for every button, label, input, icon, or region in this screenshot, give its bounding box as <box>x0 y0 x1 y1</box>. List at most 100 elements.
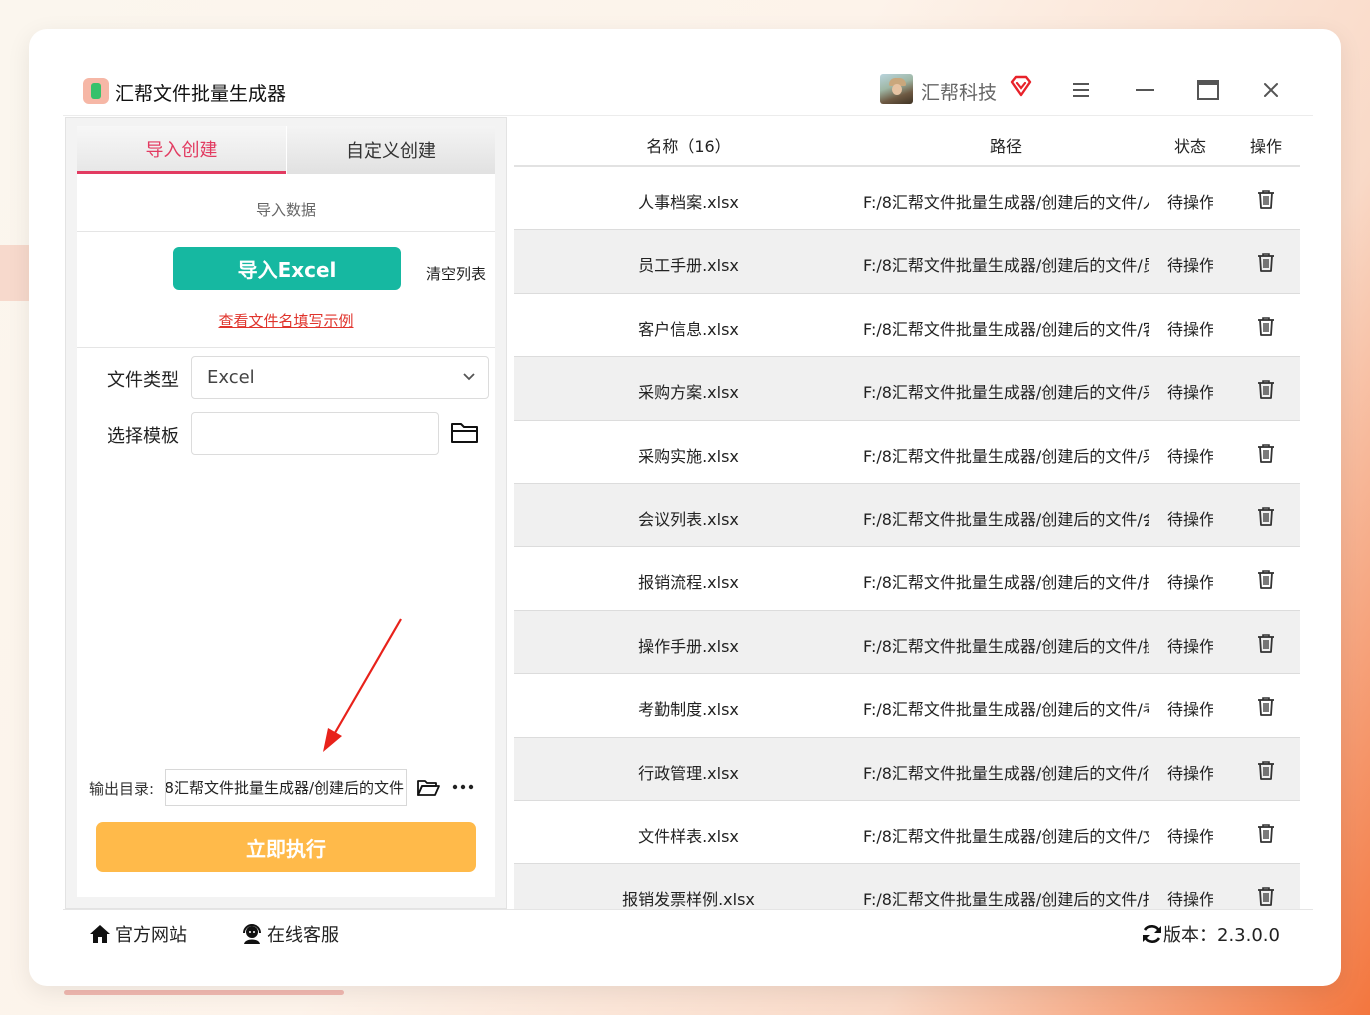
file-name-cell: 文件样表.xlsx <box>638 827 739 846</box>
table-row[interactable]: 考勤制度.xlsx F:/8汇帮文件批量生成器/创建后的文件/考勤制度.xlsx 待… <box>514 674 1300 738</box>
table-header: 名称（16） 路径 状态 操作 <box>514 117 1300 167</box>
avatar[interactable] <box>880 74 913 104</box>
header-operation: 操作 <box>1249 137 1282 156</box>
website-link[interactable]: 官方网站 <box>89 921 187 947</box>
file-table: 名称（16） 路径 状态 操作 人事档案.xlsx F:/8汇帮文件批量生成器/创… <box>514 117 1300 909</box>
trash-icon[interactable] <box>1255 695 1277 717</box>
close-button[interactable] <box>1255 74 1287 106</box>
maximize-button[interactable] <box>1192 74 1224 106</box>
trash-icon[interactable] <box>1255 885 1277 907</box>
table-row[interactable]: 行政管理.xlsx F:/8汇帮文件批量生成器/创建后的文件/行政管理.xlsx 待… <box>514 737 1300 801</box>
footer: 官方网站 在线客服 版本：2.3.0.0 <box>63 909 1313 957</box>
file-type-value: Excel <box>207 367 255 388</box>
table-row[interactable]: 采购实施.xlsx F:/8汇帮文件批量生成器/创建后的文件/采购实施.xlsx 待… <box>514 421 1300 484</box>
username[interactable]: 汇帮科技 <box>921 78 997 105</box>
table-row[interactable]: 客户信息.xlsx F:/8汇帮文件批量生成器/创建后的文件/客户信息.xlsx 待… <box>514 294 1300 358</box>
output-dir-value: F:/8汇帮文件批量生成器/创建后的文件 <box>165 779 404 797</box>
table-row[interactable]: 操作手册.xlsx F:/8汇帮文件批量生成器/创建后的文件/操作手册.xlsx 待… <box>514 610 1300 675</box>
version-info[interactable]: 版本：2.3.0.0 <box>1141 921 1280 947</box>
file-path-cell: F:/8汇帮文件批量生成器/创建后的文件/员工手册.xlsx <box>863 256 1149 276</box>
status-cell: 待操作 <box>1167 636 1213 656</box>
refresh-icon <box>1143 925 1161 943</box>
status-cell: 待操作 <box>1167 827 1213 846</box>
header-name: 名称（16） <box>646 137 731 156</box>
close-icon <box>1264 83 1278 97</box>
background-bar <box>64 990 344 995</box>
header-status: 状态 <box>1173 137 1206 156</box>
trash-icon[interactable] <box>1255 568 1277 590</box>
trash-icon[interactable] <box>1255 822 1277 844</box>
file-name-cell: 采购实施.xlsx <box>638 446 739 466</box>
status-cell: 待操作 <box>1167 573 1213 593</box>
status-cell: 待操作 <box>1167 763 1213 783</box>
header-path: 路径 <box>989 137 1022 156</box>
hamburger-icon <box>1073 83 1089 97</box>
file-path-cell: F:/8汇帮文件批量生成器/创建后的文件/考勤制度.xlsx <box>863 700 1149 720</box>
website-label: 官方网站 <box>115 925 187 946</box>
file-name-cell: 考勤制度.xlsx <box>638 700 739 720</box>
run-button[interactable]: 立即执行 <box>96 822 476 872</box>
file-name-cell: 报销发票样例.xlsx <box>622 890 755 909</box>
file-name-cell: 员工手册.xlsx <box>638 256 739 276</box>
file-path-cell: F:/8汇帮文件批量生成器/创建后的文件/人事档案.xlsx <box>863 193 1149 212</box>
table-row[interactable]: 报销发票样例.xlsx F:/8汇帮文件批量生成器/创建后的文件/报销发票样例.x… <box>514 864 1300 909</box>
import-excel-button[interactable]: 导入Excel <box>173 247 401 290</box>
app-window: 汇帮文件批量生成器 汇帮科技 导入创建 自定义创建 导入数据 导入Excel 清… <box>63 62 1313 957</box>
file-path-cell: F:/8汇帮文件批量生成器/创建后的文件/采购实施.xlsx <box>863 446 1149 466</box>
title-bar: 汇帮文件批量生成器 汇帮科技 <box>63 62 1313 116</box>
trash-icon[interactable] <box>1255 442 1277 464</box>
file-type-select[interactable]: Excel <box>191 356 489 399</box>
table-row[interactable]: 员工手册.xlsx F:/8汇帮文件批量生成器/创建后的文件/员工手册.xlsx 待… <box>514 230 1300 294</box>
table-row[interactable]: 采购方案.xlsx F:/8汇帮文件批量生成器/创建后的文件/采购方案.xlsx 待… <box>514 357 1300 421</box>
menu-button[interactable] <box>1065 74 1097 106</box>
section-title: 导入数据 <box>255 201 316 219</box>
home-icon <box>90 925 110 943</box>
minimize-icon <box>1136 89 1154 91</box>
table-row[interactable]: 会议列表.xlsx F:/8汇帮文件批量生成器/创建后的文件/会议列表.xlsx 待… <box>514 484 1300 548</box>
status-cell: 待操作 <box>1167 383 1213 403</box>
status-cell: 待操作 <box>1167 446 1213 466</box>
file-path-cell: F:/8汇帮文件批量生成器/创建后的文件/报销流程.xlsx <box>863 573 1149 593</box>
mode-tabs: 导入创建 自定义创建 <box>77 126 495 174</box>
filename-example-link[interactable]: 查看文件名填写示例 <box>77 310 495 331</box>
trash-icon[interactable] <box>1255 251 1277 273</box>
table-row[interactable]: 报销流程.xlsx F:/8汇帮文件批量生成器/创建后的文件/报销流程.xlsx 待… <box>514 547 1300 611</box>
file-path-cell: F:/8汇帮文件批量生成器/创建后的文件/会议列表.xlsx <box>863 510 1149 529</box>
template-field[interactable] <box>191 412 439 455</box>
annotation-arrow-icon <box>323 618 402 752</box>
file-name-cell: 报销流程.xlsx <box>638 573 739 593</box>
file-path-cell: F:/8汇帮文件批量生成器/创建后的文件/行政管理.xlsx <box>863 763 1149 783</box>
trash-icon[interactable] <box>1255 378 1277 400</box>
tab-custom-create[interactable]: 自定义创建 <box>286 126 495 174</box>
trash-icon[interactable] <box>1255 188 1277 210</box>
app-logo-icon <box>83 78 109 104</box>
status-cell: 待操作 <box>1167 510 1213 529</box>
table-row[interactable]: 人事档案.xlsx F:/8汇帮文件批量生成器/创建后的文件/人事档案.xlsx 待… <box>514 167 1300 231</box>
status-cell: 待操作 <box>1167 890 1213 909</box>
vip-diamond-icon[interactable] <box>1009 74 1033 98</box>
chevron-down-icon <box>463 373 475 381</box>
open-folder-icon[interactable] <box>416 778 440 798</box>
trash-icon[interactable] <box>1255 632 1277 654</box>
customer-service-icon <box>243 924 261 944</box>
output-dir-field[interactable]: F:/8汇帮文件批量生成器/创建后的文件 <box>165 769 407 806</box>
divider <box>77 231 495 232</box>
file-name-cell: 客户信息.xlsx <box>638 319 739 339</box>
output-dir-label: 输出目录: <box>89 780 155 798</box>
trash-icon[interactable] <box>1255 759 1277 781</box>
service-link[interactable]: 在线客服 <box>241 921 339 947</box>
minimize-button[interactable] <box>1129 74 1161 106</box>
left-panel: 导入创建 自定义创建 导入数据 导入Excel 清空列表 查看文件名填写示例 文… <box>65 117 507 909</box>
table-row[interactable]: 文件样表.xlsx F:/8汇帮文件批量生成器/创建后的文件/文件样表.xlsx 待… <box>514 801 1300 865</box>
tab-import-create[interactable]: 导入创建 <box>77 126 286 174</box>
maximize-icon <box>1197 80 1219 100</box>
clear-list-link[interactable]: 清空列表 <box>426 263 486 284</box>
status-cell: 待操作 <box>1167 319 1213 339</box>
template-label: 选择模板 <box>107 426 179 447</box>
folder-icon[interactable] <box>450 419 480 445</box>
trash-icon[interactable] <box>1255 315 1277 337</box>
trash-icon[interactable] <box>1255 505 1277 527</box>
file-name-cell: 人事档案.xlsx <box>638 193 739 212</box>
more-icon[interactable] <box>451 778 475 796</box>
file-name-cell: 采购方案.xlsx <box>638 383 739 403</box>
